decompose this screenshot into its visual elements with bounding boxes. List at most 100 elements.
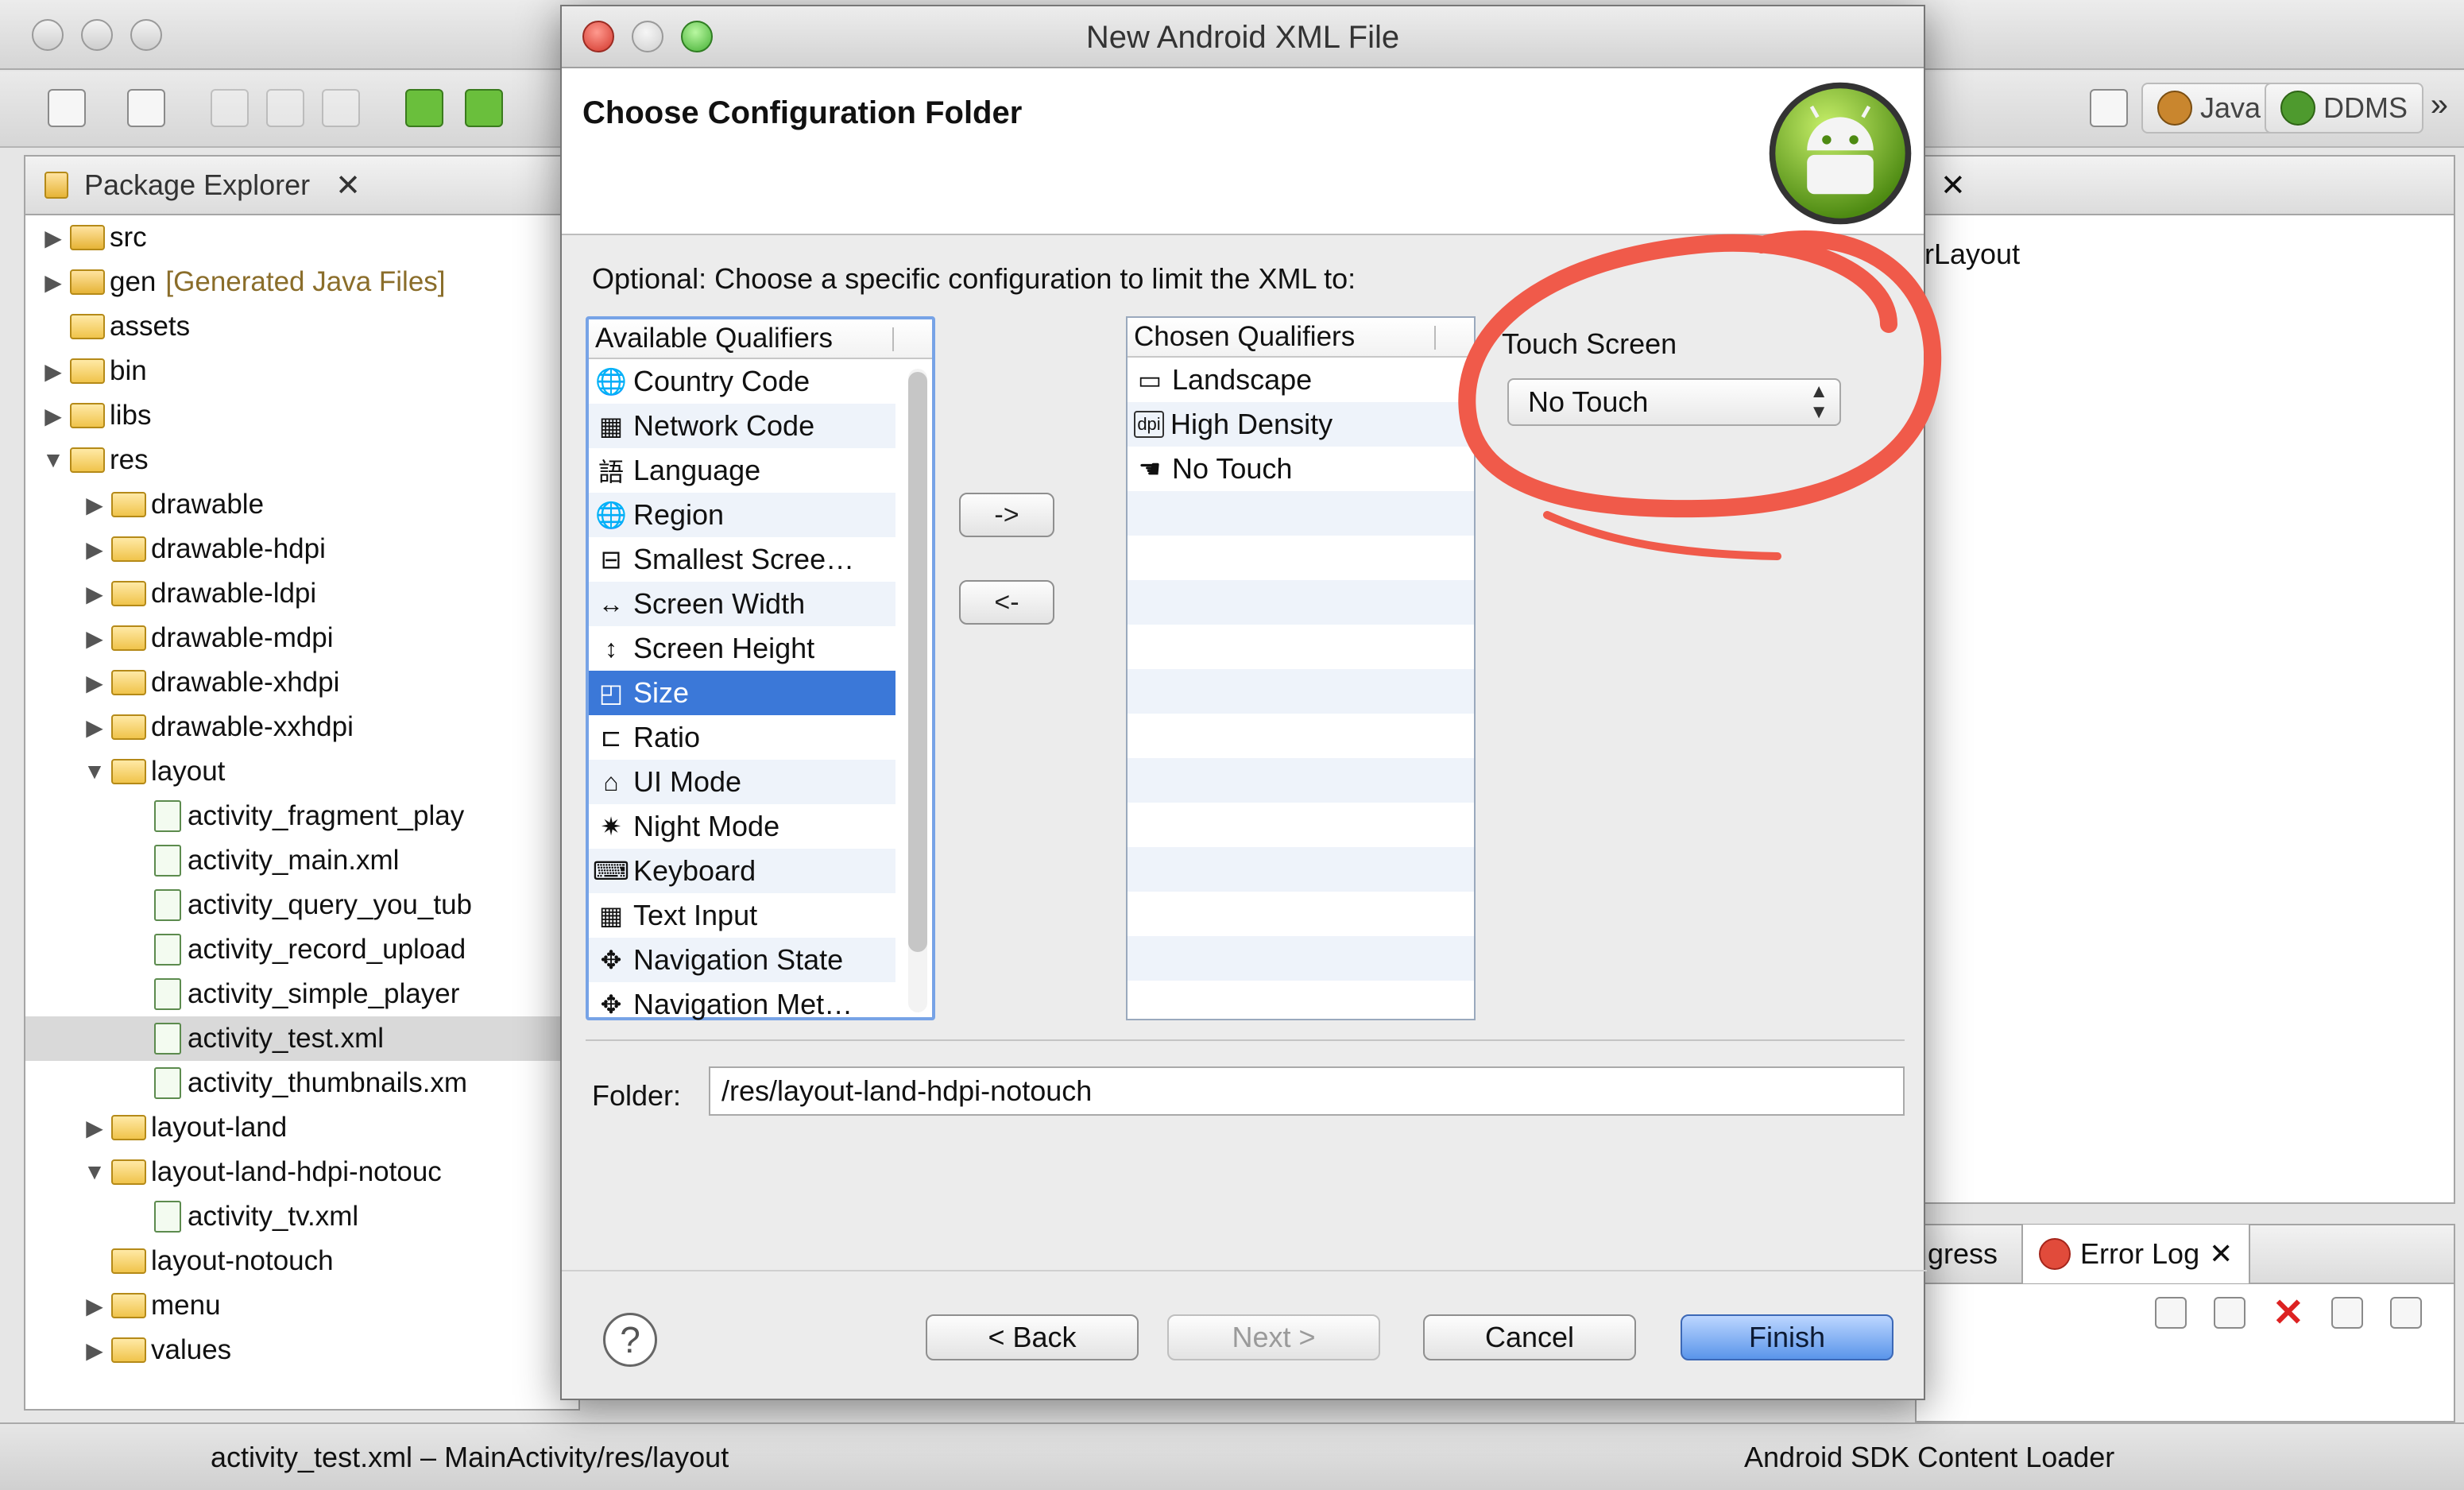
restore-log-icon[interactable] [2390,1297,2422,1329]
new-icon[interactable] [48,89,86,127]
tree-item-activity-tv-xml[interactable]: activity_tv.xml [25,1194,578,1239]
close-view-icon[interactable]: ✕ [335,168,361,203]
tree-item-activity-thumbnails-xm[interactable]: activity_thumbnails.xm [25,1061,578,1105]
dialog-close-button[interactable] [582,21,614,52]
expand-arrow-icon[interactable]: ▶ [41,358,65,385]
tree-item-assets[interactable]: assets [25,304,578,349]
tree-item-drawable-xhdpi[interactable]: ▶ drawable-xhdpi [25,660,578,705]
tree-item-activity-test-xml[interactable]: activity_test.xml [25,1016,578,1061]
expand-arrow-icon[interactable]: ▶ [83,1337,106,1364]
help-button[interactable]: ? [603,1313,657,1367]
expand-arrow-icon[interactable]: ▶ [83,625,106,652]
expand-arrow-icon[interactable]: ▶ [83,670,106,696]
close-view-icon[interactable]: ✕ [2209,1237,2233,1271]
qualifier-region[interactable]: 🌐 Region [589,493,895,537]
error-log-tab[interactable]: Error Log ✕ [2021,1225,2251,1283]
expand-arrow-icon[interactable]: ▶ [83,1293,106,1319]
collapse-arrow-icon[interactable]: ▼ [83,759,106,784]
eclipse-zoom-button[interactable] [130,19,162,51]
tree-item-drawable[interactable]: ▶ drawable [25,482,578,527]
tree-item-drawable-mdpi[interactable]: ▶ drawable-mdpi [25,616,578,660]
tree-item-layout-land[interactable]: ▶ layout-land [25,1105,578,1150]
save-all-icon[interactable] [266,89,304,127]
open-log-icon[interactable] [2331,1297,2363,1329]
avd-manager-icon[interactable] [465,89,503,127]
tree-item-drawable-ldpi[interactable]: ▶ drawable-ldpi [25,571,578,616]
collapse-arrow-icon[interactable]: ▼ [83,1159,106,1185]
eclipse-close-button[interactable] [32,19,64,51]
available-qualifiers-scrollbar[interactable] [908,369,927,1012]
next-button[interactable]: Next > [1167,1314,1380,1360]
tree-item-layout-land-hdpi-notouc[interactable]: ▼ layout-land-hdpi-notouc [25,1150,578,1194]
qualifier-no-touch[interactable]: ☚ No Touch [1128,447,1474,491]
expand-arrow-icon[interactable]: ▶ [83,581,106,607]
qualifier-screen-width[interactable]: ↔ Screen Width [589,582,895,626]
eclipse-minimize-button[interactable] [81,19,113,51]
qualifier-text-input[interactable]: ▦ Text Input [589,893,895,938]
folder-input[interactable] [709,1066,1905,1116]
tree-item-layout-notouch[interactable]: layout-notouch [25,1239,578,1283]
dialog-minimize-button[interactable] [632,21,663,52]
qualifier-high-density[interactable]: dpi High Density [1128,402,1474,447]
qualifier-keyboard[interactable]: ⌨ Keyboard [589,849,895,893]
tree-item-res[interactable]: ▼ res [25,438,578,482]
qualifier-network-code[interactable]: ▦ Network Code [589,404,895,448]
sdk-manager-icon[interactable] [405,89,443,127]
java-perspective-button[interactable]: Java [2141,83,2277,134]
qualifier-landscape[interactable]: ▭ Landscape [1128,358,1474,402]
tree-item-layout[interactable]: ▼ layout [25,749,578,794]
expand-arrow-icon[interactable]: ▶ [83,714,106,741]
print-icon[interactable] [322,89,360,127]
tree-item-activity-simple-player[interactable]: activity_simple_player [25,972,578,1016]
tree-item-src[interactable]: ▶ src [25,215,578,260]
export-log-icon[interactable] [2154,1297,2187,1329]
qualifier-ui-mode[interactable]: ⌂ UI Mode [589,760,895,804]
expand-arrow-icon[interactable]: ▶ [41,269,65,296]
qualifier-size[interactable]: ◰ Size [589,671,895,715]
qualifier-ratio[interactable]: ⊏ Ratio [589,715,895,760]
package-explorer-tab[interactable]: Package Explorer ✕ [25,157,578,215]
outline-item[interactable]: rLayout [1917,215,2454,271]
tree-item-activity-fragment-play[interactable]: activity_fragment_play [25,794,578,838]
tree-item-menu[interactable]: ▶ menu [25,1283,578,1328]
remove-qualifier-button[interactable]: <- [959,580,1054,625]
collapse-arrow-icon[interactable]: ▼ [41,447,65,473]
qualifier-smallest-scree-[interactable]: ⊟ Smallest Scree… [589,537,895,582]
touch-screen-select[interactable]: No Touch ▲ ▼ [1507,378,1841,426]
expand-arrow-icon[interactable]: ▶ [41,225,65,251]
ddms-perspective-button[interactable]: DDMS [2265,83,2423,134]
close-view-icon[interactable]: ✕ [1940,168,1966,203]
tree-item-gen[interactable]: ▶ gen [Generated Java Files] [25,260,578,304]
scrollbar-thumb[interactable] [908,372,927,952]
import-log-icon[interactable] [2213,1297,2245,1329]
qualifier-night-mode[interactable]: ✷ Night Mode [589,804,895,849]
new-wizard-icon[interactable] [127,89,165,127]
qualifier-language[interactable]: 語 Language [589,448,895,493]
tree-item-values[interactable]: ▶ values [25,1328,578,1372]
progress-tab[interactable]: gress [1928,1237,1998,1271]
outline-tab[interactable]: ✕ [1917,157,2454,215]
add-qualifier-button[interactable]: -> [959,493,1054,537]
tree-item-bin[interactable]: ▶ bin [25,349,578,393]
expand-arrow-icon[interactable]: ▶ [83,492,106,518]
more-perspectives-icon[interactable]: » [2431,87,2448,123]
dialog-zoom-button[interactable] [681,21,713,52]
cancel-button[interactable]: Cancel [1423,1314,1636,1360]
tree-item-activity-query-you-tub[interactable]: activity_query_you_tub [25,883,578,927]
qualifier-screen-height[interactable]: ↕ Screen Height [589,626,895,671]
tree-item-libs[interactable]: ▶ libs [25,393,578,438]
tree-item-activity-record-upload[interactable]: activity_record_upload [25,927,578,972]
back-button[interactable]: < Back [926,1314,1139,1360]
tree-item-activity-main-xml[interactable]: activity_main.xml [25,838,578,883]
tree-item-drawable-hdpi[interactable]: ▶ drawable-hdpi [25,527,578,571]
expand-arrow-icon[interactable]: ▶ [41,403,65,429]
tree-item-drawable-xxhdpi[interactable]: ▶ drawable-xxhdpi [25,705,578,749]
save-icon[interactable] [211,89,249,127]
finish-button[interactable]: Finish [1681,1314,1893,1360]
qualifier-navigation-state[interactable]: ✥ Navigation State [589,938,895,982]
open-perspective-icon[interactable] [2090,89,2128,127]
qualifier-country-code[interactable]: 🌐 Country Code [589,359,895,404]
chosen-qualifiers-list[interactable]: Chosen Qualifiers ▭ Landscape dpi High Dens… [1126,316,1476,1020]
delete-log-icon[interactable]: ✕ [2273,1291,2304,1335]
available-qualifiers-list[interactable]: Available Qualifiers 🌐 Country Code ▦ Netwo… [586,316,935,1020]
